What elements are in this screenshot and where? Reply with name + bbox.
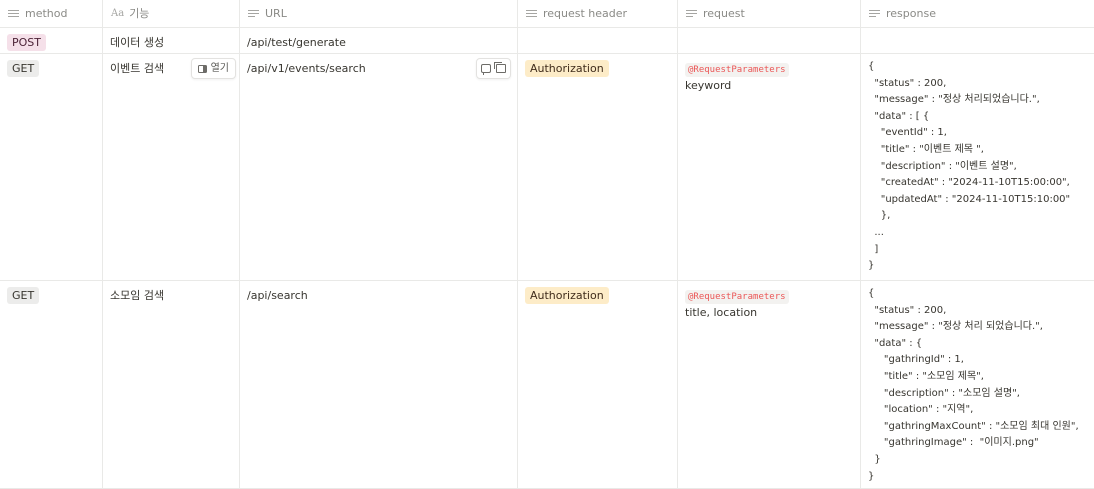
comment-icon[interactable]	[481, 64, 491, 75]
response-cell[interactable]	[861, 28, 1094, 53]
cell-toolbar	[476, 58, 511, 79]
header-tag: Authorization	[525, 287, 609, 304]
request-params: title, location	[685, 306, 758, 319]
column-header-request-header[interactable]: request header	[518, 0, 678, 27]
method-cell[interactable]: GET	[0, 54, 103, 280]
column-label: request header	[543, 7, 628, 20]
side-peek-icon	[197, 64, 207, 73]
feature-text: 소모임 검색	[110, 289, 165, 302]
column-header-feature[interactable]: Aa 기능	[103, 0, 240, 27]
text-icon	[248, 9, 259, 18]
method-tag: POST	[7, 34, 46, 51]
method-tag: GET	[7, 287, 40, 304]
request-header-cell[interactable]: Authorization	[518, 281, 678, 488]
feature-cell[interactable]: 이벤트 검색 열기	[103, 54, 240, 280]
request-code: @RequestParameters	[685, 63, 789, 77]
method-tag: GET	[7, 60, 40, 77]
open-label: 열기	[210, 63, 229, 74]
list-icon	[526, 9, 537, 18]
url-text: /api/search	[247, 289, 308, 302]
header-tag: Authorization	[525, 60, 609, 77]
response-cell[interactable]: { "status" : 200, "message" : "정상 처리 되었습…	[861, 281, 1094, 488]
column-label: 기능	[129, 7, 150, 20]
request-cell[interactable]: @RequestParameters title, location	[678, 281, 861, 488]
feature-cell[interactable]: 소모임 검색	[103, 281, 240, 488]
table-row: POST 데이터 생성 /api/test/generate	[0, 28, 1094, 54]
url-text: /api/v1/events/search	[247, 62, 366, 75]
column-label: request	[703, 7, 745, 20]
request-cell[interactable]: @RequestParameters keyword	[678, 54, 861, 280]
response-cell[interactable]: { "status" : 200, "message" : "정상 처리되었습니…	[861, 54, 1094, 280]
list-icon	[8, 9, 19, 18]
text-icon	[686, 9, 697, 18]
request-params: keyword	[685, 79, 732, 92]
column-header-request[interactable]: request	[678, 0, 861, 27]
request-cell[interactable]	[678, 28, 861, 53]
request-code: @RequestParameters	[685, 290, 789, 304]
column-header-response[interactable]: response	[861, 0, 1094, 27]
table-row: GET 소모임 검색 /api/search Authorization @Re…	[0, 281, 1094, 489]
url-cell[interactable]: /api/search	[240, 281, 518, 488]
column-label: response	[886, 7, 936, 20]
text-icon	[869, 9, 880, 18]
method-cell[interactable]: GET	[0, 281, 103, 488]
request-header-cell[interactable]: Authorization	[518, 54, 678, 280]
copy-icon[interactable]	[494, 62, 506, 73]
column-header-method[interactable]: method	[0, 0, 103, 27]
feature-cell[interactable]: 데이터 생성	[103, 28, 240, 53]
request-header-cell[interactable]	[518, 28, 678, 53]
feature-text: 이벤트 검색	[110, 62, 165, 75]
method-cell[interactable]: POST	[0, 28, 103, 53]
database-table: method Aa 기능 URL request header request …	[0, 0, 1094, 489]
url-cell[interactable]: /api/v1/events/search	[240, 54, 518, 280]
table-row: GET 이벤트 검색 열기 /api/v1/events/search Auth…	[0, 54, 1094, 281]
column-header-url[interactable]: URL	[240, 0, 518, 27]
feature-text: 데이터 생성	[110, 36, 165, 49]
column-label: method	[25, 7, 68, 20]
column-label: URL	[265, 7, 287, 20]
title-aa-icon: Aa	[111, 8, 125, 19]
table-header: method Aa 기능 URL request header request …	[0, 0, 1094, 28]
url-cell[interactable]: /api/test/generate	[240, 28, 518, 53]
url-text: /api/test/generate	[247, 36, 346, 49]
open-page-button[interactable]: 열기	[190, 58, 236, 79]
